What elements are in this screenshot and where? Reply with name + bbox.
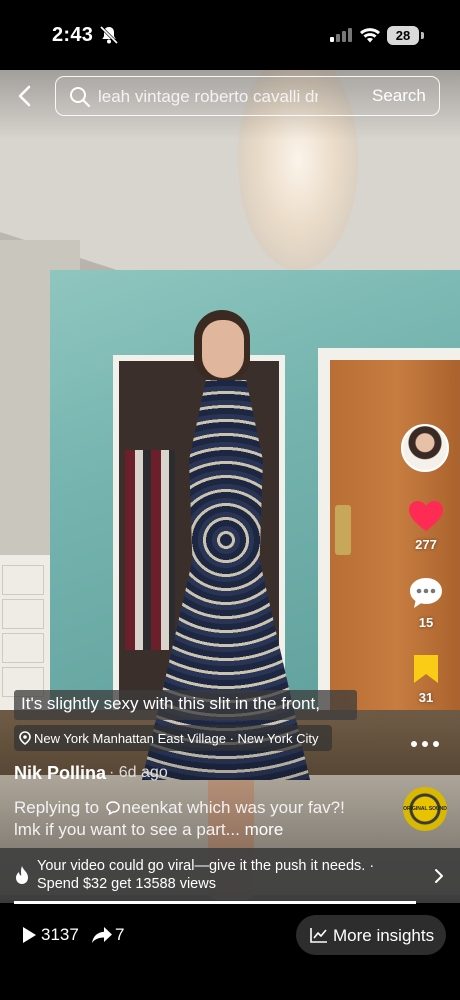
reply-prefix: Replying to (14, 798, 100, 817)
cellular-signal-icon (330, 28, 352, 42)
bookmark-icon[interactable] (412, 653, 440, 685)
more-link[interactable]: more (245, 820, 284, 839)
search-icon (70, 87, 91, 108)
comment-count: 15 (418, 615, 434, 630)
comment-action[interactable]: 15 (400, 576, 452, 630)
heart-icon[interactable] (408, 500, 444, 532)
fire-icon (16, 866, 28, 884)
search-input[interactable]: leah vintage roberto cavalli dr... (98, 87, 318, 107)
line-chart-icon (310, 928, 327, 943)
music-disc[interactable]: ORIGINAL SOUND (403, 787, 447, 831)
video-caption: It's slightly sexy with this slit in the… (21, 694, 320, 713)
status-time: 2:43 (52, 24, 94, 46)
favorite-count: 31 (418, 690, 434, 705)
search-button[interactable]: Search (372, 86, 426, 106)
more-insights-button[interactable]: More insights (296, 915, 446, 955)
search-bar[interactable]: leah vintage roberto cavalli dr... Searc… (55, 76, 440, 116)
reply-username[interactable]: neenkat (122, 798, 183, 817)
back-chevron-icon[interactable] (14, 84, 38, 108)
bottom-stats-bar: 3137 7 More insights (0, 904, 460, 1000)
favorite-action[interactable]: 31 (400, 653, 452, 705)
silent-bell-icon (99, 25, 119, 45)
location-pin-icon (19, 731, 31, 745)
battery-tip (421, 32, 424, 39)
promote-banner[interactable]: Your video could go viral—give it the pu… (0, 848, 460, 903)
more-insights-label[interactable]: More insights (333, 926, 434, 946)
more-options-icon[interactable] (410, 740, 440, 748)
scene-person-face (202, 320, 244, 378)
comment-bubble-icon[interactable] (408, 576, 444, 610)
chevron-right-icon[interactable] (434, 868, 444, 884)
username[interactable]: Nik Pollina (14, 763, 106, 784)
battery-level: 28 (387, 26, 419, 45)
status-bar: 2:43 28 (0, 0, 460, 70)
like-action[interactable]: 277 (400, 500, 452, 552)
location-label[interactable]: New York Manhattan East Village · New Yo… (34, 731, 318, 746)
like-count: 277 (415, 537, 437, 552)
wifi-icon (360, 28, 380, 43)
share-arrow-icon (92, 927, 112, 943)
reply-comment-icon (106, 801, 120, 815)
play-count: 3137 (41, 925, 79, 944)
scene-clothes (125, 450, 175, 650)
video-description[interactable]: Replying to neenkat which was your fav?!… (14, 797, 364, 841)
creator-avatar[interactable] (401, 424, 449, 472)
scene-door-knob (335, 505, 351, 555)
promote-text: Your video could go viral—give it the pu… (37, 858, 375, 892)
share-count: 7 (115, 925, 125, 944)
post-time: · 6d ago (109, 764, 168, 781)
play-count-icon (23, 927, 36, 943)
